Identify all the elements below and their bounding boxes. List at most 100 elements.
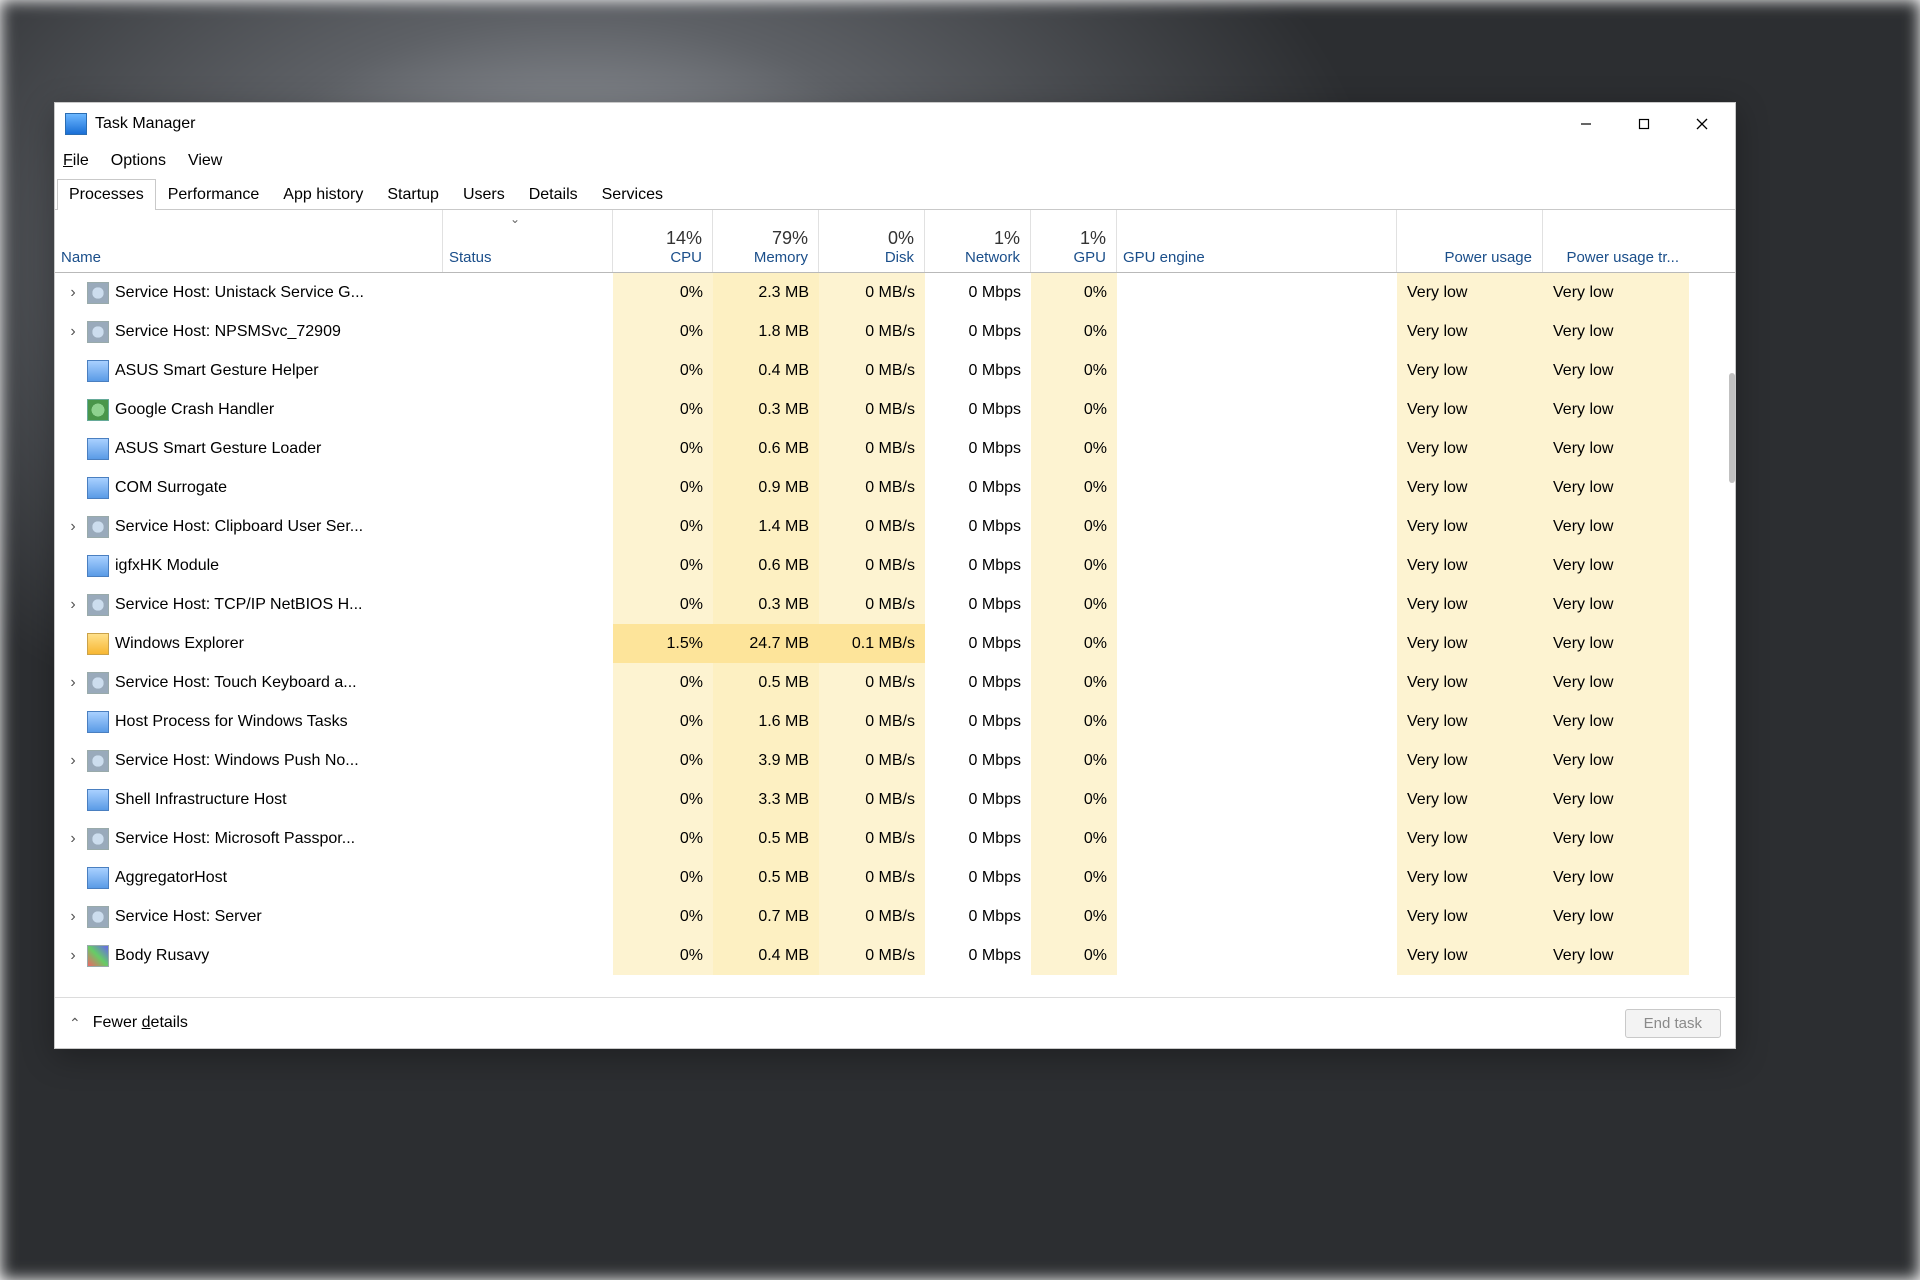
cell-name: COM Surrogate	[55, 468, 443, 507]
close-button[interactable]	[1673, 104, 1731, 144]
cell-cpu: 0%	[613, 351, 713, 390]
col-network[interactable]: 1%Network	[925, 210, 1031, 272]
col-gpu-engine[interactable]: GPU engine	[1117, 210, 1397, 272]
tab-performance[interactable]: Performance	[156, 179, 272, 210]
fewer-details-link[interactable]: Fewer details	[93, 1014, 188, 1032]
cell-power-trend: Very low	[1543, 780, 1689, 819]
col-gpu[interactable]: 1%GPU	[1031, 210, 1117, 272]
table-row[interactable]: ›Service Host: Windows Push No...0%3.9 M…	[55, 741, 1735, 780]
col-power[interactable]: Power usage	[1397, 210, 1543, 272]
table-row[interactable]: ›Service Host: Microsoft Passpor...0%0.5…	[55, 819, 1735, 858]
expand-icon[interactable]: ›	[65, 908, 81, 926]
table-row[interactable]: Google Crash Handler0%0.3 MB0 MB/s0 Mbps…	[55, 390, 1735, 429]
table-row[interactable]: AggregatorHost0%0.5 MB0 MB/s0 Mbps0%Very…	[55, 858, 1735, 897]
cell-memory: 0.7 MB	[713, 897, 819, 936]
menu-file[interactable]: File	[63, 152, 89, 170]
cell-status	[443, 624, 613, 663]
col-status[interactable]: Status	[443, 210, 613, 272]
minimize-icon	[1580, 118, 1592, 130]
tab-users[interactable]: Users	[451, 179, 517, 210]
process-rows[interactable]: ›Service Host: Unistack Service G...0%2.…	[55, 273, 1735, 997]
cell-name: ›Service Host: Microsoft Passpor...	[55, 819, 443, 858]
titlebar[interactable]: Task Manager	[55, 103, 1735, 145]
menubar: File Options View	[55, 145, 1735, 177]
tab-services[interactable]: Services	[590, 179, 675, 210]
chevron-up-icon[interactable]: ⌃	[69, 1015, 81, 1032]
cell-name: Windows Explorer	[55, 624, 443, 663]
cell-gpu: 0%	[1031, 429, 1117, 468]
table-row[interactable]: Host Process for Windows Tasks0%1.6 MB0 …	[55, 702, 1735, 741]
cell-gpu-engine	[1117, 624, 1397, 663]
cell-memory: 0.9 MB	[713, 468, 819, 507]
table-row[interactable]: ASUS Smart Gesture Loader0%0.6 MB0 MB/s0…	[55, 429, 1735, 468]
cell-power: Very low	[1397, 702, 1543, 741]
col-power-trend[interactable]: Power usage tr...	[1543, 210, 1689, 272]
table-row[interactable]: Windows Explorer1.5%24.7 MB0.1 MB/s0 Mbp…	[55, 624, 1735, 663]
table-row[interactable]: ›Service Host: Unistack Service G...0%2.…	[55, 273, 1735, 312]
expand-icon[interactable]: ›	[65, 752, 81, 770]
minimize-button[interactable]	[1557, 104, 1615, 144]
cell-name: ›Service Host: Touch Keyboard a...	[55, 663, 443, 702]
menu-options[interactable]: Options	[111, 152, 166, 170]
col-memory[interactable]: 79%Memory	[713, 210, 819, 272]
cell-status	[443, 897, 613, 936]
col-name[interactable]: Name	[55, 210, 443, 272]
scrollbar-thumb[interactable]	[1729, 373, 1735, 483]
cell-cpu: 0%	[613, 390, 713, 429]
cell-network: 0 Mbps	[925, 624, 1031, 663]
expand-icon[interactable]: ›	[65, 518, 81, 536]
col-disk[interactable]: 0%Disk	[819, 210, 925, 272]
expand-icon[interactable]: ›	[65, 947, 81, 965]
cell-power: Very low	[1397, 468, 1543, 507]
expand-icon[interactable]: ›	[65, 674, 81, 692]
table-row[interactable]: ›Service Host: Server0%0.7 MB0 MB/s0 Mbp…	[55, 897, 1735, 936]
tab-app-history[interactable]: App history	[271, 179, 375, 210]
table-row[interactable]: ASUS Smart Gesture Helper0%0.4 MB0 MB/s0…	[55, 351, 1735, 390]
end-task-button[interactable]: End task	[1625, 1009, 1721, 1038]
process-name: igfxHK Module	[115, 557, 219, 575]
cell-power: Very low	[1397, 780, 1543, 819]
tab-processes[interactable]: Processes	[57, 179, 156, 210]
process-name: Service Host: TCP/IP NetBIOS H...	[115, 596, 362, 614]
tab-details[interactable]: Details	[517, 179, 590, 210]
expand-icon[interactable]: ›	[65, 830, 81, 848]
cell-memory: 1.8 MB	[713, 312, 819, 351]
cell-cpu: 1.5%	[613, 624, 713, 663]
table-row[interactable]: igfxHK Module0%0.6 MB0 MB/s0 Mbps0%Very …	[55, 546, 1735, 585]
table-row[interactable]: ›Body Rusavy0%0.4 MB0 MB/s0 Mbps0%Very l…	[55, 936, 1735, 975]
table-row[interactable]: ›Service Host: TCP/IP NetBIOS H...0%0.3 …	[55, 585, 1735, 624]
cell-gpu-engine	[1117, 390, 1397, 429]
cell-gpu-engine	[1117, 507, 1397, 546]
process-icon	[87, 633, 109, 655]
cell-cpu: 0%	[613, 663, 713, 702]
table-row[interactable]: COM Surrogate0%0.9 MB0 MB/s0 Mbps0%Very …	[55, 468, 1735, 507]
expand-icon[interactable]: ›	[65, 323, 81, 341]
process-icon	[87, 321, 109, 343]
table-row[interactable]: ›Service Host: Touch Keyboard a...0%0.5 …	[55, 663, 1735, 702]
maximize-button[interactable]	[1615, 104, 1673, 144]
cell-name: Host Process for Windows Tasks	[55, 702, 443, 741]
cell-power: Very low	[1397, 936, 1543, 975]
app-icon	[65, 113, 87, 135]
cell-memory: 0.6 MB	[713, 429, 819, 468]
cell-gpu-engine	[1117, 858, 1397, 897]
menu-view[interactable]: View	[188, 152, 222, 170]
cell-gpu: 0%	[1031, 468, 1117, 507]
cell-gpu: 0%	[1031, 858, 1117, 897]
cell-gpu: 0%	[1031, 702, 1117, 741]
table-row[interactable]: Shell Infrastructure Host0%3.3 MB0 MB/s0…	[55, 780, 1735, 819]
cell-power: Very low	[1397, 507, 1543, 546]
process-icon	[87, 828, 109, 850]
expand-icon[interactable]: ›	[65, 596, 81, 614]
col-cpu[interactable]: 14%CPU	[613, 210, 713, 272]
expand-icon[interactable]: ›	[65, 284, 81, 302]
table-row[interactable]: ›Service Host: Clipboard User Ser...0%1.…	[55, 507, 1735, 546]
table-row[interactable]: ›Service Host: NPSMSvc_729090%1.8 MB0 MB…	[55, 312, 1735, 351]
cell-gpu: 0%	[1031, 507, 1117, 546]
cell-disk: 0 MB/s	[819, 429, 925, 468]
process-icon	[87, 867, 109, 889]
process-icon	[87, 711, 109, 733]
process-name: Service Host: Server	[115, 908, 262, 926]
tab-startup[interactable]: Startup	[375, 179, 451, 210]
task-manager-window: Task Manager File Options View Processes…	[54, 102, 1736, 1049]
